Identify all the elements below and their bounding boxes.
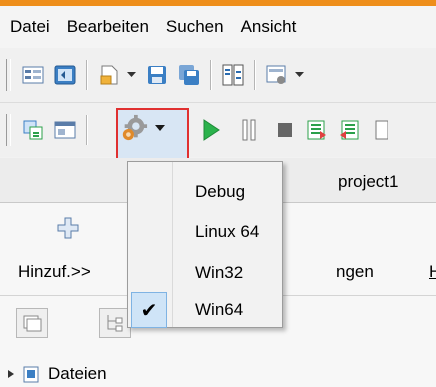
folder-icon <box>23 366 39 383</box>
pause-icon[interactable] <box>235 115 263 145</box>
menu-item-label: Debug <box>195 182 246 201</box>
panel-right-link[interactable]: H <box>429 262 436 282</box>
toolbar-separator <box>254 60 256 90</box>
options-icon[interactable] <box>263 60 291 90</box>
build-config-icon[interactable] <box>120 113 148 143</box>
check-icon: ✔ <box>131 292 167 328</box>
toolbar-main <box>0 48 436 103</box>
stop-icon[interactable] <box>271 115 299 145</box>
panel-right-label: ngen <box>336 262 374 281</box>
menu-suchen[interactable]: Suchen <box>156 17 231 37</box>
menu-bearbeiten[interactable]: Bearbeiten <box>57 17 156 37</box>
toolbar-separator <box>86 60 88 90</box>
tree-root-label: Dateien <box>48 364 107 383</box>
build-config-button[interactable] <box>120 113 170 143</box>
save-icon[interactable] <box>143 60 171 90</box>
plus-icon[interactable] <box>57 217 79 244</box>
toolbar-grip[interactable] <box>6 59 11 91</box>
step-out-icon[interactable] <box>335 115 363 145</box>
compare-icon[interactable] <box>219 60 247 90</box>
window-icon <box>23 315 42 332</box>
menubar: Datei Bearbeiten Suchen Ansicht <box>0 6 436 48</box>
menu-item-linux64[interactable]: Linux 64 <box>128 212 282 252</box>
properties-icon[interactable] <box>19 60 47 90</box>
toolbar-grip[interactable] <box>6 114 11 146</box>
chevron-down-icon[interactable] <box>125 72 137 78</box>
chevron-down-icon[interactable] <box>154 124 166 132</box>
new-file-icon[interactable] <box>95 60 123 90</box>
build-config-dropdown: Debug Linux 64 Win32 ✔ Win64 <box>127 161 283 328</box>
menu-item-win32[interactable]: Win32 <box>128 253 282 293</box>
save-all-icon[interactable] <box>175 60 203 90</box>
tree-icon <box>107 315 123 332</box>
chevron-right-icon[interactable] <box>6 369 16 379</box>
project-icon[interactable] <box>51 60 79 90</box>
menu-ansicht[interactable]: Ansicht <box>231 17 304 37</box>
toolbar-separator <box>210 60 212 90</box>
chevron-down-icon[interactable] <box>293 72 305 78</box>
menu-item-label: Win32 <box>195 263 244 282</box>
run-icon[interactable] <box>197 115 225 145</box>
menu-item-debug[interactable]: Debug <box>128 172 282 212</box>
more-toolbar-icon[interactable] <box>367 115 395 145</box>
menu-item-win64[interactable]: ✔ Win64 <box>128 290 282 330</box>
toolbar-separator <box>86 115 88 145</box>
menu-item-label: Win64 <box>195 300 244 319</box>
tab-project[interactable]: project1 <box>338 172 398 192</box>
copy-icon[interactable] <box>19 115 47 145</box>
step-into-icon[interactable] <box>303 115 331 145</box>
menu-datei[interactable]: Datei <box>0 17 57 37</box>
add-button-label[interactable]: Hinzuf.>> <box>18 262 91 282</box>
view-toggle-button[interactable] <box>16 308 48 338</box>
window-icon[interactable] <box>51 115 79 145</box>
menu-item-label: Linux 64 <box>195 222 260 241</box>
tree-root[interactable]: Dateien <box>6 364 107 384</box>
